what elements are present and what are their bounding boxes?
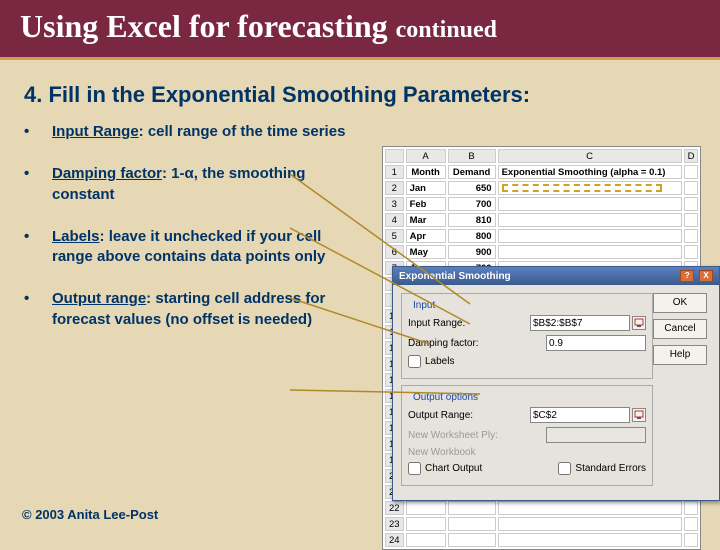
col-header-b: B — [448, 149, 496, 163]
bullet-desc: : cell range of the time series — [139, 123, 346, 140]
stderr-checkbox[interactable] — [558, 462, 571, 475]
bullet-term: Labels — [52, 228, 100, 245]
cell — [684, 197, 699, 211]
excel-screenshot: A B C D 1 Month Demand Exponential Smoot… — [382, 146, 712, 550]
row-header: 2 — [385, 181, 404, 195]
help-button[interactable]: Help — [653, 345, 707, 365]
cell-es — [498, 245, 682, 259]
new-wb-label: New Workbook — [408, 447, 646, 458]
cell-demand: 810 — [448, 213, 496, 227]
output-fieldset: Output options Output Range: New Workshe… — [401, 385, 653, 486]
slide-title: Using Excel for forecasting continued — [20, 8, 497, 44]
chart-label: Chart Output — [425, 463, 558, 474]
bullet-term: Damping factor — [52, 165, 162, 182]
cell — [684, 245, 699, 259]
range-picker-icon[interactable] — [632, 316, 646, 330]
bullet-damping: • Damping factor: 1-α, the smoothing con… — [24, 164, 364, 205]
header-es: Exponential Smoothing (alpha = 0.1) — [498, 165, 682, 179]
cell — [684, 181, 699, 195]
marquee-selection — [502, 184, 662, 192]
damping-field[interactable] — [546, 335, 646, 351]
cell-demand: 700 — [448, 197, 496, 211]
cell-month: Mar — [406, 213, 446, 227]
input-range-label: Input Range: — [408, 318, 530, 329]
cell — [684, 229, 699, 243]
stderr-label: Standard Errors — [575, 463, 646, 474]
bullet-labels: • Labels: leave it unchecked if your cel… — [24, 227, 364, 268]
bullet-marker: • — [24, 122, 52, 142]
damping-label: Damping factor: — [408, 338, 546, 349]
row-header: 3 — [385, 197, 404, 211]
step-number: 4. — [24, 82, 42, 107]
input-fieldset: Input Input Range: Damping factor: Label… — [401, 293, 653, 379]
title-continued: continued — [396, 17, 497, 43]
cell-demand: 800 — [448, 229, 496, 243]
bullet-list: • Input Range: cell range of the time se… — [24, 122, 364, 352]
input-range-field[interactable] — [530, 315, 630, 331]
cell-month: Jan — [406, 181, 446, 195]
row-header: 5 — [385, 229, 404, 243]
row-header: 22 — [385, 501, 404, 515]
row-header: 6 — [385, 245, 404, 259]
output-range-label: Output Range: — [408, 410, 530, 421]
cell-demand: 900 — [448, 245, 496, 259]
cell-es — [498, 213, 682, 227]
row-header: 23 — [385, 517, 404, 531]
cancel-button[interactable]: Cancel — [653, 319, 707, 339]
col-header-c: C — [498, 149, 682, 163]
new-ws-label: New Worksheet Ply: — [408, 430, 546, 441]
bullet-marker: • — [24, 289, 52, 330]
cell-es — [498, 229, 682, 243]
dialog-title-text: Exponential Smoothing — [399, 271, 511, 282]
title-band: Using Excel for forecasting continued — [0, 0, 720, 60]
step-heading: 4. Fill in the Exponential Smoothing Par… — [24, 82, 700, 108]
labels-label: Labels — [425, 356, 454, 367]
cell — [684, 213, 699, 227]
cell-month: Apr — [406, 229, 446, 243]
labels-checkbox[interactable] — [408, 355, 421, 368]
input-legend: Input — [410, 300, 438, 311]
corner-cell — [385, 149, 404, 163]
col-header-d: D — [684, 149, 699, 163]
bullet-input-range: • Input Range: cell range of the time se… — [24, 122, 364, 142]
row-header: 24 — [385, 533, 404, 547]
cell-es — [498, 197, 682, 211]
chart-checkbox[interactable] — [408, 462, 421, 475]
col-header-a: A — [406, 149, 446, 163]
cell-demand: 650 — [448, 181, 496, 195]
range-picker-icon[interactable] — [632, 408, 646, 422]
bullet-marker: • — [24, 227, 52, 268]
cell-es — [498, 181, 682, 195]
dialog-titlebar: Exponential Smoothing ? X — [393, 267, 719, 285]
row-header: 4 — [385, 213, 404, 227]
bullet-term: Output range — [52, 290, 146, 307]
cell — [684, 165, 699, 179]
bullet-marker: • — [24, 164, 52, 205]
help-icon[interactable]: ? — [680, 270, 694, 282]
title-text: Using Excel for forecasting — [20, 8, 388, 44]
row-header: 1 — [385, 165, 404, 179]
ok-button[interactable]: OK — [653, 293, 707, 313]
output-range-field[interactable] — [530, 407, 630, 423]
cell-month: Feb — [406, 197, 446, 211]
header-demand: Demand — [448, 165, 496, 179]
header-month: Month — [406, 165, 446, 179]
new-ws-field — [546, 427, 646, 443]
cell-month: May — [406, 245, 446, 259]
bullet-term: Input Range — [52, 123, 139, 140]
bullet-output: • Output range: starting cell address fo… — [24, 289, 364, 330]
close-icon[interactable]: X — [699, 270, 713, 282]
copyright: © 2003 Anita Lee-Post — [22, 507, 158, 522]
output-legend: Output options — [410, 392, 481, 403]
step-text: Fill in the Exponential Smoothing Parame… — [48, 82, 530, 107]
exponential-smoothing-dialog: Exponential Smoothing ? X Input Input Ra… — [392, 266, 720, 501]
